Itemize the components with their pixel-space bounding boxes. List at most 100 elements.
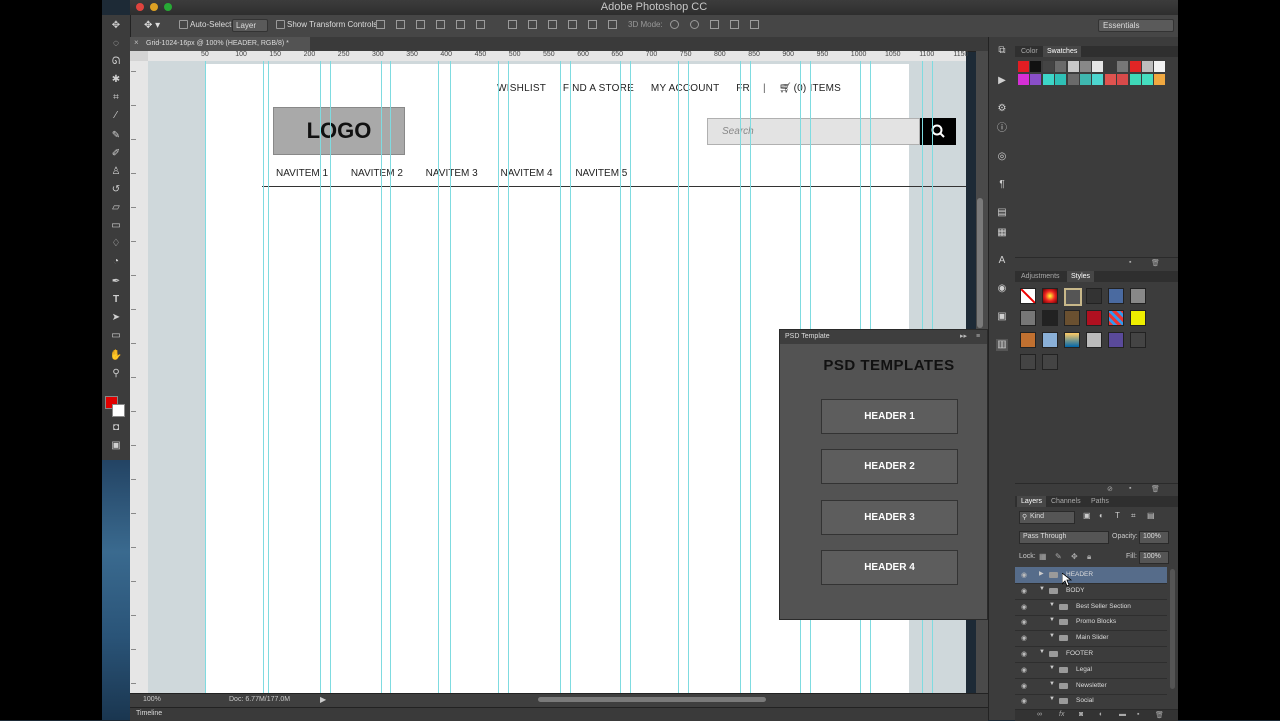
lock-all-icon[interactable]: 🔒︎ — [1087, 552, 1091, 562]
gradient-tool-icon[interactable]: ▭ — [108, 219, 124, 233]
color-swatch[interactable] — [1055, 73, 1067, 85]
color-swatch[interactable] — [1104, 61, 1116, 72]
distribute-vcenter-icon[interactable] — [528, 20, 537, 29]
expand-down-icon[interactable]: ▼ — [1049, 665, 1055, 671]
color-swatch[interactable] — [1042, 61, 1054, 72]
style-swatch[interactable] — [1042, 354, 1058, 370]
layer-row[interactable]: ◉ ▼ Best Seller Section — [1015, 599, 1167, 616]
color-swatch[interactable] — [1129, 73, 1141, 85]
layer-comps-icon[interactable]: ▤ — [996, 207, 1008, 219]
pen-tool-icon[interactable]: ✒ — [108, 275, 124, 289]
style-swatch[interactable] — [1042, 310, 1058, 326]
layer-mask-icon[interactable]: ◙ — [1079, 711, 1083, 718]
style-none[interactable] — [1020, 288, 1036, 304]
grid-guide[interactable] — [390, 61, 391, 693]
close-tab-icon[interactable]: × — [134, 38, 139, 47]
style-swatch[interactable] — [1020, 332, 1036, 348]
style-swatch[interactable] — [1042, 332, 1058, 348]
color-swatch[interactable] — [1154, 61, 1166, 72]
filter-type-icon[interactable]: T — [1115, 511, 1120, 520]
header-4-button[interactable]: HEADER 4 — [821, 550, 958, 585]
workspace-dropdown[interactable]: Essentials — [1098, 19, 1174, 32]
expand-down-icon[interactable]: ▼ — [1049, 681, 1055, 687]
clear-style-icon[interactable]: ⊘ — [1107, 485, 1113, 493]
layer-filter-dropdown[interactable]: ⚲ Kind — [1019, 511, 1075, 524]
show-transform-checkbox[interactable] — [276, 20, 285, 29]
3d-drag-icon[interactable] — [710, 20, 719, 29]
grid-guide[interactable] — [320, 61, 321, 693]
panel-menu-icon[interactable]: ≡ — [976, 330, 980, 344]
layer-row[interactable]: ◉ ▼ Legal — [1015, 662, 1167, 679]
new-layer-icon[interactable]: ▪ — [1137, 711, 1139, 718]
new-swatch-icon[interactable]: ▪ — [1129, 259, 1131, 266]
header-1-button[interactable]: HEADER 1 — [821, 399, 958, 434]
style-swatch[interactable] — [1020, 354, 1036, 370]
glyphs-panel-icon[interactable]: ▣ — [996, 311, 1008, 323]
style-swatch[interactable] — [1108, 332, 1124, 348]
horizontal-scroll-thumb[interactable] — [538, 697, 766, 702]
grid-guide[interactable] — [620, 61, 621, 693]
grid-guide[interactable] — [205, 61, 206, 693]
3d-scale-icon[interactable] — [750, 20, 759, 29]
color-swatch[interactable] — [1117, 61, 1129, 72]
swatches-tab[interactable]: Swatches — [1043, 46, 1082, 57]
header-3-button[interactable]: HEADER 3 — [821, 500, 958, 535]
grid-guide[interactable] — [498, 61, 499, 693]
new-group-icon[interactable]: ▬ — [1119, 711, 1126, 718]
align-top-icon[interactable] — [376, 20, 385, 29]
layer-row[interactable]: ◉ ▼ Social — [1015, 693, 1167, 707]
color-swatch[interactable] — [1018, 61, 1029, 72]
eyedropper-tool-icon[interactable]: ⁄ — [108, 109, 124, 123]
hand-tool-icon[interactable]: ✋ — [108, 349, 124, 363]
color-swatch[interactable] — [1142, 61, 1153, 72]
style-swatch[interactable] — [1042, 288, 1058, 304]
channels-tab[interactable]: Channels — [1047, 496, 1085, 507]
crop-tool-icon[interactable]: ⌗ — [108, 91, 124, 105]
color-swatch[interactable] — [1030, 73, 1042, 85]
layers-scrollbar[interactable] — [1170, 569, 1175, 689]
notes-panel-icon[interactable]: ▦ — [996, 227, 1008, 239]
quick-mask-icon[interactable]: ◘ — [108, 421, 124, 435]
color-swatch[interactable] — [1067, 61, 1079, 72]
delete-swatch-icon[interactable]: 🗑︎ — [1151, 259, 1160, 267]
character-panel-icon[interactable]: A — [996, 255, 1008, 267]
auto-select-checkbox[interactable] — [179, 20, 188, 29]
distribute-hcenter-icon[interactable] — [588, 20, 597, 29]
color-swatch[interactable] — [1117, 73, 1129, 85]
filter-pixel-icon[interactable]: ▣ — [1083, 511, 1091, 520]
style-swatch[interactable] — [1130, 288, 1146, 304]
document-tab[interactable]: Grid-1024-16px @ 100% (HEADER, RGB/8) * — [130, 37, 310, 51]
adjustment-layer-icon[interactable]: ◐ — [1099, 711, 1103, 718]
grid-guide[interactable] — [508, 61, 509, 693]
history-brush-tool-icon[interactable]: ↺ — [108, 183, 124, 197]
style-swatch[interactable] — [1086, 310, 1102, 326]
layers-tab[interactable]: Layers — [1017, 496, 1047, 507]
ruler-origin[interactable] — [130, 51, 148, 61]
blend-mode-dropdown[interactable]: Pass Through — [1019, 531, 1109, 544]
visibility-eye-icon[interactable]: ◉ — [1021, 618, 1027, 626]
distribute-right-icon[interactable] — [608, 20, 617, 29]
vertical-ruler[interactable] — [130, 61, 149, 693]
kuler-panel-icon[interactable]: ◉ — [996, 283, 1008, 295]
filter-smart-object-icon[interactable]: ▤ — [1147, 511, 1155, 520]
layer-row[interactable]: ◉ ▼ Main Slider — [1015, 630, 1167, 648]
layer-row[interactable]: ◉ ▼ Promo Blocks — [1015, 614, 1167, 632]
visibility-eye-icon[interactable]: ◉ — [1021, 650, 1027, 658]
visibility-eye-icon[interactable]: ◉ — [1021, 634, 1027, 642]
auto-select-dropdown[interactable]: Layer — [232, 19, 268, 32]
lock-position-icon[interactable]: ✥ — [1071, 552, 1078, 561]
color-swatch[interactable] — [1055, 61, 1067, 72]
status-menu-arrow-icon[interactable]: ▶ — [320, 695, 326, 704]
expand-down-icon[interactable]: ▼ — [1049, 617, 1055, 623]
distribute-top-icon[interactable] — [508, 20, 517, 29]
grid-guide[interactable] — [450, 61, 451, 693]
delete-layer-icon[interactable]: 🗑︎ — [1155, 711, 1164, 719]
grid-guide[interactable] — [630, 61, 631, 693]
delete-style-icon[interactable]: 🗑︎ — [1151, 485, 1160, 493]
style-swatch[interactable] — [1108, 310, 1124, 326]
styles-tab[interactable]: Styles — [1067, 271, 1095, 282]
opacity-field[interactable]: 100% — [1139, 531, 1169, 544]
color-swatch[interactable] — [1092, 61, 1104, 72]
rectangle-tool-icon[interactable]: ▭ — [108, 329, 124, 343]
color-swatch[interactable] — [1067, 73, 1079, 85]
